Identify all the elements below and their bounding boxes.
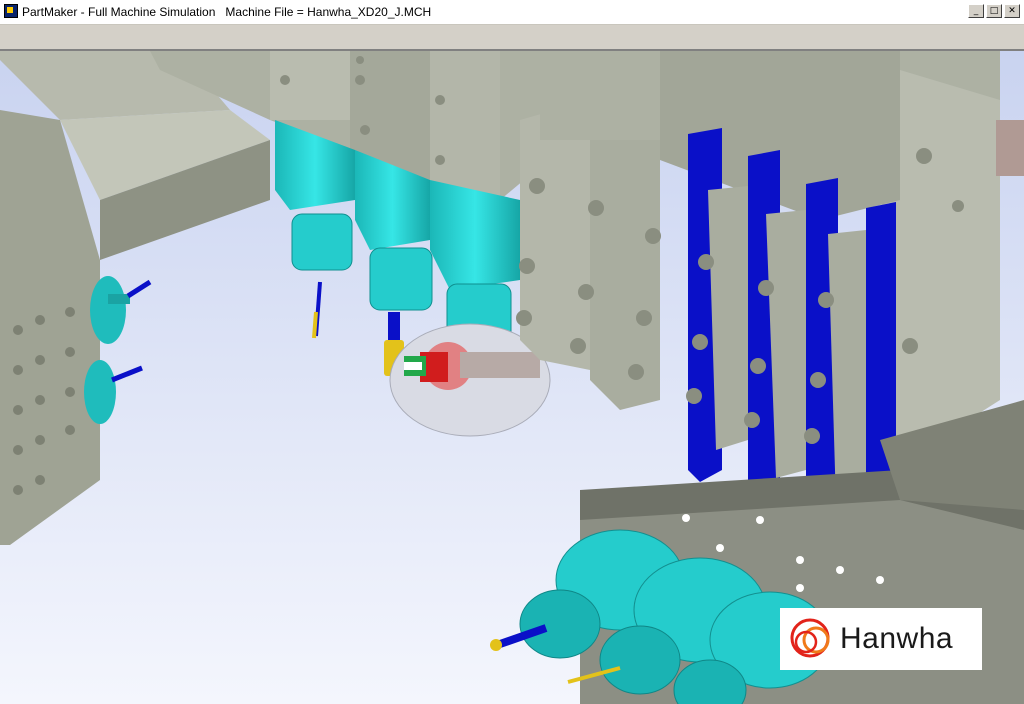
maximize-button[interactable]: □ bbox=[986, 4, 1002, 18]
toolbar-area bbox=[0, 25, 1024, 51]
close-button[interactable]: ✕ bbox=[1004, 4, 1020, 18]
window-title: PartMaker - Full Machine Simulation Mach… bbox=[22, 5, 432, 19]
partmaker-app-icon[interactable] bbox=[4, 4, 18, 18]
logo-brand-text: Hanwha bbox=[840, 622, 954, 655]
hanwha-logo: Hanwha bbox=[780, 608, 982, 670]
simulation-viewport[interactable] bbox=[0, 51, 1024, 704]
hanwha-logo-icon bbox=[790, 618, 830, 658]
title-bar: PartMaker - Full Machine Simulation Mach… bbox=[0, 0, 1024, 25]
right-spindle bbox=[996, 120, 1024, 176]
window-controls: _ □ ✕ bbox=[966, 4, 1020, 18]
minimize-button[interactable]: _ bbox=[968, 4, 984, 18]
